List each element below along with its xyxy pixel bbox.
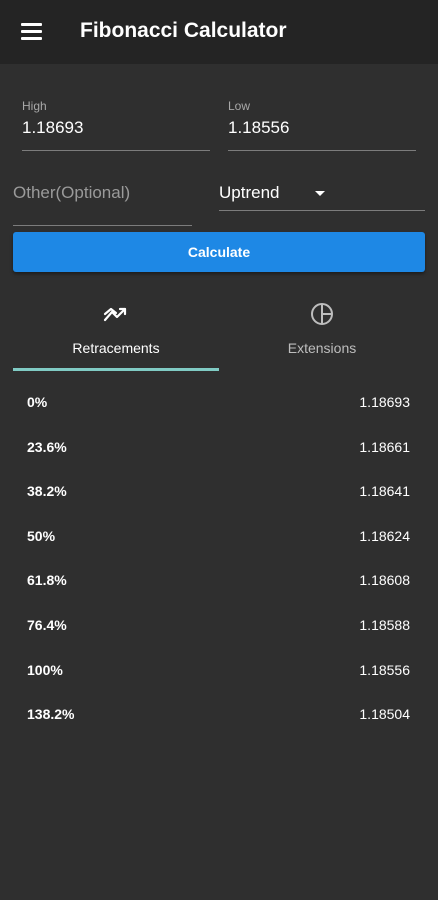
list-item: 100% 1.18556 bbox=[0, 648, 438, 693]
level-value: 1.18693 bbox=[359, 394, 410, 410]
high-value: 1.18693 bbox=[22, 118, 84, 137]
level-value: 1.18624 bbox=[359, 527, 410, 544]
low-label: Low bbox=[228, 99, 251, 113]
list-item: 61.8% 1.18608 bbox=[0, 558, 438, 603]
active-tab-indicator bbox=[13, 368, 219, 371]
dropdown-arrow-icon bbox=[315, 191, 325, 196]
levels-list: 0% 1.18693 23.6% 1.18661 38.2% 1.18641 5… bbox=[0, 380, 438, 737]
tab-extensions[interactable]: Extensions bbox=[219, 292, 425, 370]
level-value: 1.18504 bbox=[359, 706, 410, 723]
list-item: 0% 1.18693 bbox=[0, 380, 438, 425]
list-item: 23.6% 1.18661 bbox=[0, 425, 438, 470]
trend-retracement-icon bbox=[103, 307, 127, 322]
level-percent: 138.2% bbox=[27, 706, 75, 723]
calculate-button[interactable]: Calculate bbox=[13, 232, 425, 272]
level-value: 1.18661 bbox=[359, 438, 410, 455]
list-item: 138.2% 1.18504 bbox=[0, 692, 438, 737]
high-underline bbox=[22, 150, 210, 151]
level-percent: 38.2% bbox=[27, 483, 67, 500]
list-item: 76.4% 1.18588 bbox=[0, 603, 438, 648]
level-percent: 100% bbox=[27, 661, 63, 678]
low-value: 1.18556 bbox=[228, 118, 290, 137]
other-input[interactable]: Other(Optional) bbox=[13, 170, 192, 226]
level-percent: 50% bbox=[27, 527, 56, 544]
level-value: 1.18556 bbox=[359, 661, 410, 678]
page-title: Fibonacci Calculator bbox=[80, 19, 287, 42]
level-percent: 61.8% bbox=[27, 572, 67, 589]
tab-retracements[interactable]: Retracements bbox=[13, 292, 219, 370]
other-placeholder: Other(Optional) bbox=[13, 183, 131, 202]
trend-dropdown[interactable]: Uptrend bbox=[219, 170, 425, 211]
list-item: 50% 1.18624 bbox=[0, 514, 438, 559]
low-underline bbox=[228, 150, 416, 151]
level-value: 1.18588 bbox=[359, 616, 410, 633]
trend-underline bbox=[219, 210, 425, 211]
high-field[interactable]: High 1.18693 bbox=[22, 99, 210, 151]
app-bar: Fibonacci Calculator bbox=[0, 0, 438, 64]
other-underline bbox=[13, 225, 192, 226]
level-percent: 23.6% bbox=[27, 438, 67, 455]
level-value: 1.18641 bbox=[359, 483, 410, 500]
tab-retracements-label: Retracements bbox=[72, 340, 160, 356]
hamburger-menu-icon[interactable] bbox=[18, 20, 46, 44]
level-percent: 76.4% bbox=[27, 616, 67, 633]
high-label: High bbox=[22, 99, 47, 113]
trend-selected-value: Uptrend bbox=[219, 183, 280, 202]
tab-extensions-label: Extensions bbox=[287, 340, 357, 356]
pie-chart-icon bbox=[311, 303, 333, 325]
level-value: 1.18608 bbox=[359, 572, 410, 589]
low-field[interactable]: Low 1.18556 bbox=[228, 99, 416, 151]
level-percent: 0% bbox=[27, 394, 48, 410]
list-item: 38.2% 1.18641 bbox=[0, 469, 438, 514]
